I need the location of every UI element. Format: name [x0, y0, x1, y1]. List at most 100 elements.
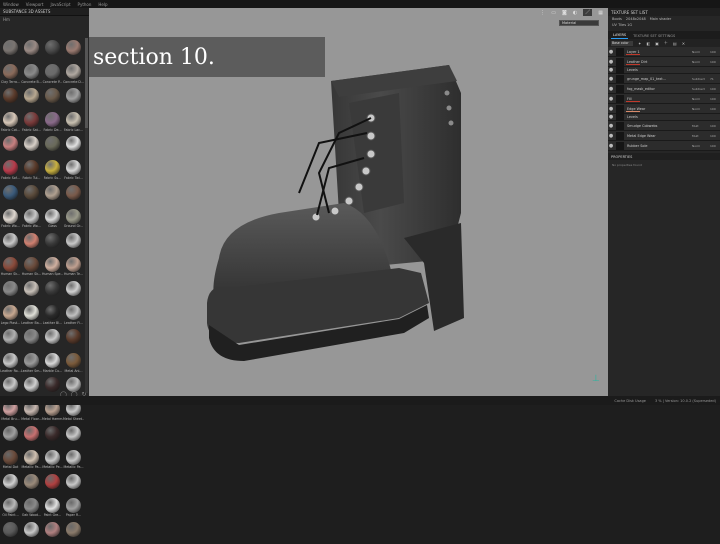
asset-tile[interactable] [42, 327, 63, 351]
asset-tile[interactable]: Metal Ani... [63, 351, 84, 375]
add-folder-icon[interactable]: ▤ [673, 41, 677, 46]
asset-tile[interactable]: Paint Gre... [42, 496, 63, 520]
asset-tile[interactable] [42, 424, 63, 448]
asset-tile[interactable]: Human Sk... [0, 255, 21, 279]
asset-tile[interactable] [0, 134, 21, 158]
menu-viewport[interactable]: Viewport [26, 2, 44, 7]
asset-tile[interactable] [42, 520, 63, 544]
asset-tile[interactable] [63, 472, 84, 496]
asset-tile[interactable]: Fabric Tul... [21, 158, 42, 182]
asset-tile[interactable] [21, 327, 42, 351]
delete-layer-icon[interactable]: ✕ [682, 41, 685, 46]
asset-tile[interactable] [0, 472, 21, 496]
asset-tile[interactable] [63, 86, 84, 110]
visibility-eye-icon[interactable]: ● [608, 123, 614, 129]
layer-row[interactable]: ● fog_mask_editor Subtract 100 [608, 84, 720, 94]
layer-opacity[interactable]: 100 [710, 144, 720, 148]
viewport[interactable]: ⋮ ▭ ◙ ◐ ／ ▦ Material section 10. ⊥ [89, 8, 608, 396]
asset-tile[interactable]: Oil Paint... [0, 496, 21, 520]
view-mode-select[interactable]: Material [559, 20, 599, 26]
asset-tile[interactable] [42, 279, 63, 303]
tab-layers[interactable]: LAYERS [611, 32, 629, 39]
channel-select[interactable]: Base color [611, 40, 633, 46]
layer-row[interactable]: ● Layer 1 Norm 100 [608, 47, 720, 57]
asset-tile[interactable] [63, 38, 84, 62]
asset-tile[interactable] [0, 231, 21, 255]
visibility-eye-icon[interactable]: ● [608, 86, 614, 92]
asset-tile[interactable] [42, 472, 63, 496]
assets-scrollbar-thumb[interactable] [85, 38, 88, 128]
visibility-eye-icon[interactable]: ● [608, 76, 614, 82]
asset-tile[interactable] [21, 86, 42, 110]
asset-tile[interactable] [21, 231, 42, 255]
layer-blend-mode[interactable]: Norm [692, 97, 710, 101]
layer-blend-mode[interactable]: Norm [692, 144, 710, 148]
asset-tile[interactable] [63, 279, 84, 303]
asset-tile[interactable]: Leather Ro... [0, 351, 21, 375]
render-icon[interactable]: ◐ [573, 10, 577, 16]
asset-tile[interactable] [63, 520, 84, 544]
menu-window[interactable]: Window [3, 2, 19, 7]
layer-blend-mode[interactable]: Norm [692, 107, 710, 111]
asset-tile[interactable] [42, 38, 63, 62]
asset-tile[interactable] [21, 183, 42, 207]
menu-python[interactable]: Python [78, 2, 92, 7]
asset-tile[interactable]: Fabric De... [42, 110, 63, 134]
add-layer-icon[interactable]: ＋ [664, 40, 668, 46]
layer-row[interactable]: ● Levels [608, 113, 720, 121]
asset-tile[interactable]: Clay Terra... [0, 62, 21, 86]
layer-blend-mode[interactable]: Mult [692, 124, 710, 128]
layer-opacity[interactable]: 100 [710, 97, 720, 101]
asset-tile[interactable] [21, 520, 42, 544]
asset-tile[interactable] [42, 183, 63, 207]
asset-tile[interactable]: Metallic Pe... [42, 448, 63, 472]
visibility-eye-icon[interactable]: ● [608, 67, 614, 73]
asset-tile[interactable]: Concrete D... [63, 62, 84, 86]
asset-tile[interactable]: Metal Dot [0, 448, 21, 472]
asset-tile[interactable] [0, 327, 21, 351]
layer-blend-mode[interactable]: Subtract [692, 87, 710, 91]
visibility-eye-icon[interactable]: ● [608, 49, 614, 55]
visibility-eye-icon[interactable]: ● [608, 106, 614, 112]
menu-javascript[interactable]: JavaScript [50, 2, 70, 7]
asset-tile[interactable]: Fabric Su... [42, 158, 63, 182]
asset-tile[interactable]: Marble Cu... [42, 351, 63, 375]
add-effect-icon[interactable]: ✦ [638, 41, 641, 46]
menu-help[interactable]: Help [98, 2, 107, 7]
asset-tile[interactable] [63, 327, 84, 351]
asset-tile[interactable]: Leather Bl... [42, 303, 63, 327]
assets-filter[interactable]: Hm [0, 16, 89, 23]
asset-tile[interactable] [0, 183, 21, 207]
add-mask-icon[interactable]: ◧ [646, 41, 650, 46]
assets-scrollbar[interactable] [85, 38, 88, 393]
display-icon[interactable]: ▭ [551, 10, 556, 16]
asset-tile[interactable] [0, 38, 21, 62]
asset-tile[interactable] [63, 424, 84, 448]
asset-tile[interactable] [42, 134, 63, 158]
layer-blend-mode[interactable]: Mult [692, 134, 710, 138]
layer-blend-mode[interactable]: Norm [692, 50, 710, 54]
layer-row[interactable]: ● Smudge Cobwebs Mult 100 [608, 121, 720, 131]
asset-tile[interactable]: Human Sk... [21, 255, 42, 279]
visibility-eye-icon[interactable]: ● [608, 59, 614, 65]
asset-tile[interactable]: Glass [42, 207, 63, 231]
asset-tile[interactable] [0, 279, 21, 303]
layer-opacity[interactable]: 71 [710, 77, 720, 81]
asset-tile[interactable] [21, 134, 42, 158]
visibility-eye-icon[interactable]: ● [608, 143, 614, 149]
asset-tile[interactable]: Fabric Sat... [21, 110, 42, 134]
asset-tile[interactable]: Leather Sm... [21, 351, 42, 375]
asset-tile[interactable]: Fabric Cot... [0, 110, 21, 134]
layer-row[interactable]: ● grunge_map_01_text... Subtract 71 [608, 74, 720, 84]
paint-tool-icon[interactable]: ／ [583, 9, 593, 16]
layer-row[interactable]: ● Edge Wear Norm 100 [608, 104, 720, 114]
layer-row[interactable]: ● Levels [608, 66, 720, 74]
layer-opacity[interactable]: 100 [710, 87, 720, 91]
visibility-eye-icon[interactable]: ● [608, 133, 614, 139]
camera-icon[interactable]: ◙ [562, 10, 567, 16]
layer-row[interactable]: ● Rubber Sole Norm 100 [608, 141, 720, 151]
asset-tile[interactable] [63, 231, 84, 255]
asset-tile[interactable] [21, 38, 42, 62]
asset-tile[interactable]: Fabric Sof... [0, 158, 21, 182]
layer-row[interactable]: ● Metal Edge Wear Mult 100 [608, 131, 720, 141]
